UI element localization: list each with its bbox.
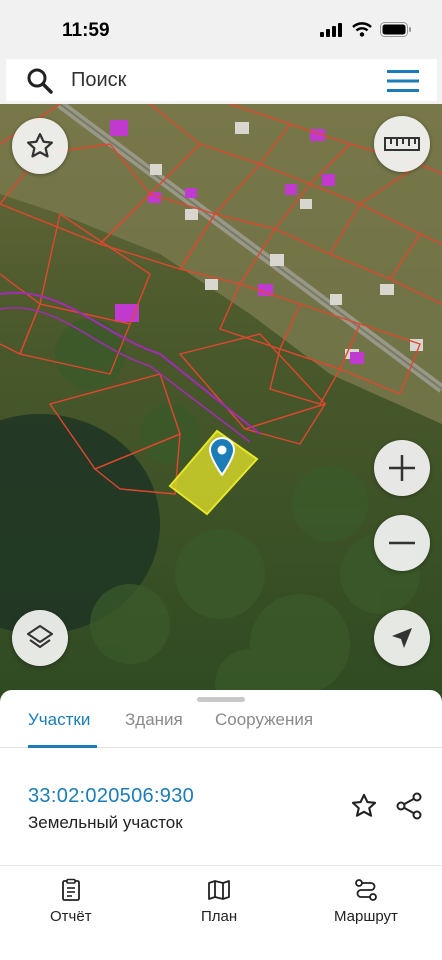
layers-icon [27,625,53,648]
nav-report-label: Отчёт [50,908,92,925]
ruler-icon [384,137,420,151]
status-time: 11:59 [62,20,110,41]
map-imagery [0,104,442,704]
status-icons [320,22,412,37]
navigation-arrow-icon [392,628,412,648]
tab-parcels[interactable]: Участки [28,710,90,730]
minus-icon [389,541,415,545]
battery-icon [380,22,411,37]
bottom-navigation: Отчёт План Маршрут [0,865,442,960]
nav-route[interactable]: Маршрут [334,878,398,925]
zoom-in-button[interactable] [374,440,430,496]
tab-structures[interactable]: Сооружения [215,710,313,730]
nav-report[interactable]: Отчёт [50,878,92,925]
tab-buildings[interactable]: Здания [125,710,183,730]
results-sheet: Участки Здания Сооружения 33:02:020506:9… [0,690,442,865]
zoom-out-button[interactable] [374,515,430,571]
search-input[interactable]: Поиск [71,69,126,92]
menu-icon[interactable] [387,69,419,93]
wifi-icon [352,22,372,37]
locate-button[interactable] [374,610,430,666]
add-favorite-star-icon[interactable] [350,792,378,820]
signal-icon [320,22,342,37]
search-bar[interactable]: Поиск [6,59,437,101]
active-tab-indicator [28,745,97,748]
cadastral-number[interactable]: 33:02:020506:930 [28,785,194,808]
route-icon [355,879,377,901]
nav-plan[interactable]: План [201,878,237,925]
report-icon [61,878,80,901]
share-icon[interactable] [395,792,423,820]
sheet-grabber[interactable] [197,697,245,702]
star-icon [27,133,53,158]
search-icon[interactable] [26,67,54,95]
map-icon [208,880,230,900]
plus-icon [389,455,415,481]
parcel-marker-pin-icon[interactable] [208,436,236,476]
nav-plan-label: План [201,908,238,925]
nav-route-label: Маршрут [334,908,398,925]
parcel-type-label: Земельный участок [28,813,183,832]
layers-button[interactable] [12,610,68,666]
ruler-button[interactable] [374,116,430,172]
satellite-map[interactable] [0,104,442,704]
status-bar: 11:59 [0,0,442,58]
object-tabs: Участки Здания Сооружения [0,708,442,748]
favorites-button[interactable] [12,118,68,174]
